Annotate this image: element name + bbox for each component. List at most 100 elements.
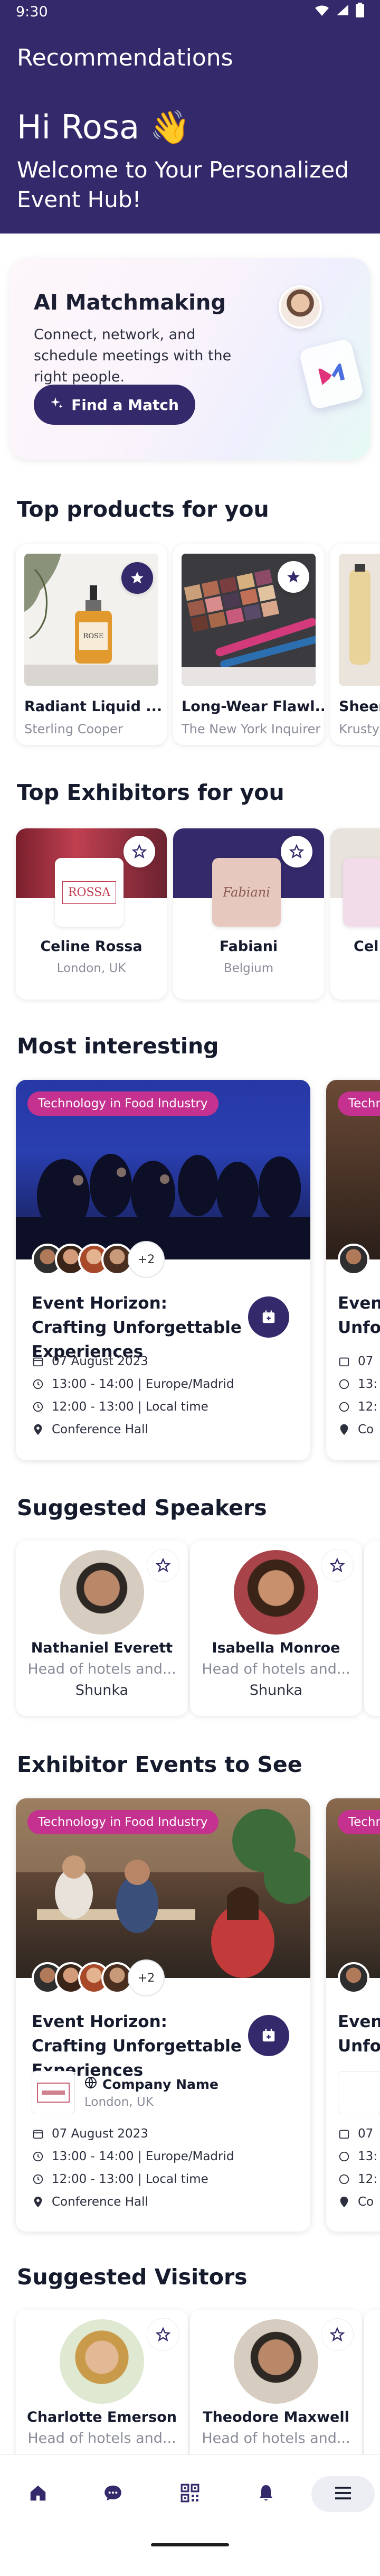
exhibitor-event-card[interactable]: Techn Event Unfor 07 13: 12: Co [326, 1798, 380, 2232]
bottom-navigation [0, 2454, 380, 2576]
exhibitor-name: Cel [354, 938, 379, 955]
more-attendees-count[interactable]: +2 [128, 1241, 165, 1278]
globe-icon [84, 2076, 97, 2092]
product-card[interactable]: Long-Wear Flawl... The New York Inquirer [173, 544, 324, 745]
exhibitor-logo [343, 858, 380, 927]
event-tag: Technology in Food Industry [27, 1810, 218, 1834]
speaker-card[interactable] [364, 1541, 380, 1716]
speaker-card[interactable]: Nathaniel Everett Head of hotels and... … [16, 1541, 188, 1716]
favorite-star-icon[interactable] [147, 2318, 179, 2351]
section-title-suggested-speakers: Suggested Speakers [17, 1495, 267, 1520]
add-to-calendar-button[interactable] [248, 2015, 289, 2056]
event-time-zone: 13: [358, 2150, 378, 2163]
visitor-name: Theodore Maxwell [203, 2409, 349, 2425]
product-company: The New York Inquirer [182, 722, 321, 736]
section-title-suggested-visitors: Suggested Visitors [17, 2264, 248, 2290]
nav-qr-scan[interactable] [172, 2476, 208, 2512]
exhibitor-name: Celine Rossa [40, 938, 142, 955]
event-tag: Techn [338, 1091, 380, 1116]
calendar-icon [32, 2127, 44, 2140]
clock-icon [338, 2150, 350, 2163]
company-row[interactable] [338, 2071, 380, 2114]
event-local-time: 12: [358, 2172, 378, 2186]
ai-matchmaking-title: AI Matchmaking [34, 291, 226, 315]
avatar [338, 1244, 369, 1275]
find-match-label: Find a Match [71, 396, 179, 414]
company-logo [338, 2071, 380, 2114]
speaker-card[interactable]: Isabella Monroe Head of hotels and... Sh… [190, 1541, 362, 1716]
clock-icon [32, 2173, 44, 2186]
event-time-zone: 13: [358, 1377, 378, 1391]
favorite-star-icon[interactable] [147, 1549, 179, 1582]
ai-avatar [279, 285, 322, 329]
section-title-most-interesting: Most interesting [17, 1033, 219, 1059]
event-card[interactable]: Technology in Food Industry +2 Event Hor… [16, 1080, 310, 1460]
chat-icon [102, 2483, 124, 2505]
event-local-time-row: 12:00 - 13:00 | Local time [32, 2172, 208, 2186]
company-name-row: Company Name [84, 2076, 218, 2092]
attendee-avatars [338, 1957, 369, 1999]
event-date: 07 August 2023 [52, 1355, 148, 1368]
clock-icon [32, 1401, 44, 1413]
visitor-card[interactable]: Charlotte Emerson Head of hotels and... [16, 2310, 188, 2468]
event-date: 07 [358, 2127, 374, 2141]
nav-chat[interactable] [95, 2476, 131, 2512]
exhibitor-card[interactable]: ROSSA Celine Rossa London, UK [16, 828, 167, 1000]
company-row[interactable]: Company Name London, UK [32, 2071, 218, 2114]
clock-icon [338, 2173, 350, 2186]
event-time-zone: 13:00 - 14:00 | Europe/Madrid [52, 2150, 234, 2163]
visitor-card[interactable] [364, 2310, 380, 2468]
event-local-time-row: 12: [338, 2172, 377, 2186]
exhibitor-event-card[interactable]: Technology in Food Industry +2 Event Hor… [16, 1798, 310, 2232]
app-logo-icon [298, 338, 365, 410]
event-date-row: 07 [338, 1355, 373, 1368]
speaker-photo [234, 1550, 318, 1635]
sparkle-icon [50, 396, 64, 414]
nav-menu[interactable] [311, 2476, 375, 2512]
event-local-time: 12: [358, 1400, 378, 1414]
event-location-row: Conference Hall [32, 1423, 148, 1436]
status-time: 9:30 [16, 3, 48, 20]
favorite-star-icon[interactable] [124, 836, 155, 867]
page-title: Recommendations [17, 44, 233, 71]
favorite-star-icon[interactable] [121, 562, 153, 594]
exhibitor-logo: ROSSA [55, 858, 124, 927]
event-time-row: 13: [338, 2150, 377, 2163]
product-card[interactable]: Sheer L Krusty [330, 544, 380, 745]
exhibitor-card[interactable]: Cel [330, 828, 380, 1000]
home-icon [28, 2483, 48, 2505]
visitor-card[interactable]: Theodore Maxwell Head of hotels and... [190, 2310, 362, 2468]
event-time-zone: 13:00 - 14:00 | Europe/Madrid [52, 1377, 234, 1391]
battery-icon [356, 2, 364, 21]
attendee-avatars: +2 [32, 1238, 165, 1281]
favorite-star-icon[interactable] [281, 836, 312, 867]
favorite-star-icon[interactable] [321, 1549, 354, 1582]
event-title: Event Horizon: Crafting Unforgettable Ex… [32, 1294, 242, 1361]
exhibitor-location: Belgium [223, 962, 274, 975]
visitor-role: Head of hotels and... [27, 2430, 176, 2447]
nav-notifications[interactable] [248, 2476, 284, 2512]
section-title-top-exhibitors: Top Exhibitors for you [17, 780, 284, 805]
product-label-text: ROSE [83, 632, 104, 640]
wifi-icon [315, 4, 329, 20]
welcome-text: Welcome to Your Personalized Event Hub! [17, 157, 349, 212]
visitor-photo [60, 2319, 144, 2404]
favorite-star-icon[interactable] [278, 561, 309, 593]
bell-icon [256, 2483, 276, 2505]
product-card[interactable]: ROSE Radiant Liquid ... Sterling Cooper [16, 544, 167, 745]
ai-matchmaking-description: Connect, network, and schedule meetings … [34, 326, 232, 385]
add-to-calendar-button[interactable] [248, 1296, 289, 1338]
exhibitor-location: London, UK [56, 962, 126, 975]
product-name: Long-Wear Flawl... [182, 698, 324, 715]
nav-home[interactable] [20, 2476, 56, 2512]
more-attendees-count[interactable]: +2 [128, 1959, 165, 1996]
event-date-row: 07 [338, 2127, 373, 2141]
favorite-star-icon[interactable] [321, 2318, 354, 2351]
speaker-role: Head of hotels and... [27, 1661, 176, 1677]
home-indicator [151, 2543, 229, 2546]
calendar-icon [338, 2127, 350, 2140]
event-card[interactable]: Techn Event Unfor 07 13: 12: Co [326, 1080, 380, 1460]
exhibitor-card[interactable]: Fabiani Fabiani Belgium [173, 828, 324, 1000]
exhibitor-logo-text: ROSSA [62, 881, 117, 904]
find-match-button[interactable]: Find a Match [34, 385, 195, 425]
